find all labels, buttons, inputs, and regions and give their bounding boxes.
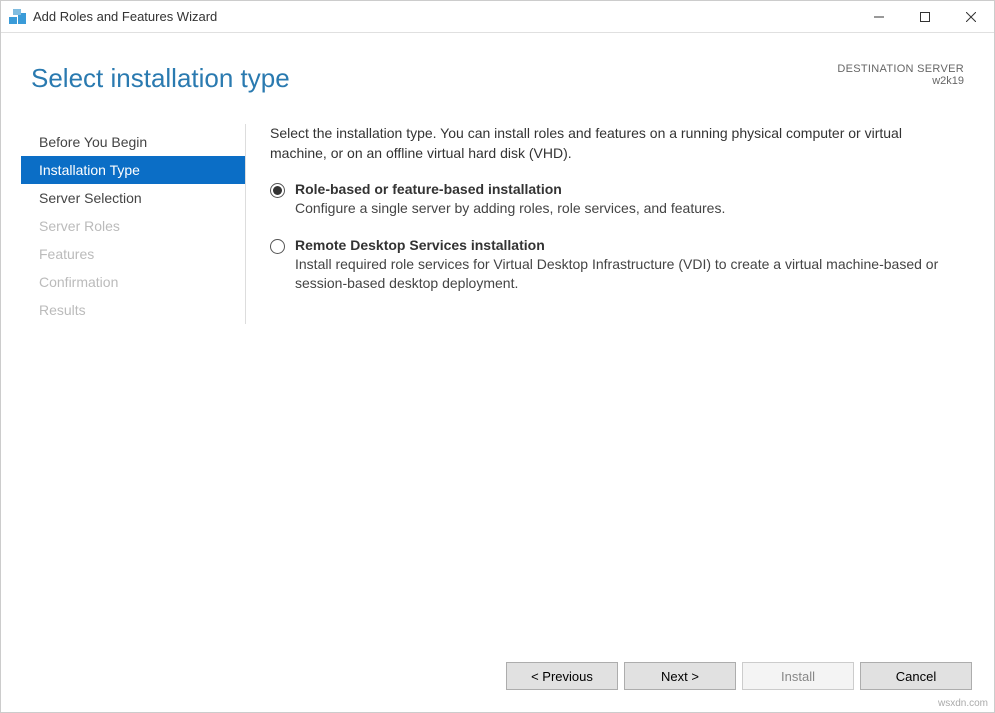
option-title: Remote Desktop Services installation: [295, 237, 956, 253]
maximize-button[interactable]: [902, 1, 948, 32]
destination-label: DESTINATION SERVER: [837, 63, 964, 75]
option-desc: Configure a single server by adding role…: [295, 199, 725, 219]
radio-icon[interactable]: [270, 183, 285, 198]
wizard-content: Select the installation type. You can in…: [246, 124, 964, 324]
window-controls: [856, 1, 994, 32]
install-option-0[interactable]: Role-based or feature-based installation…: [270, 181, 956, 219]
nav-item-results: Results: [21, 296, 245, 324]
install-option-1[interactable]: Remote Desktop Services installation Inst…: [270, 237, 956, 294]
next-button[interactable]: Next >: [624, 662, 736, 690]
nav-item-before-you-begin[interactable]: Before You Begin: [21, 128, 245, 156]
option-title: Role-based or feature-based installation: [295, 181, 725, 197]
radio-icon[interactable]: [270, 239, 285, 254]
nav-item-confirmation: Confirmation: [21, 268, 245, 296]
wizard-footer: < Previous Next > Install Cancel: [506, 662, 972, 690]
window-title: Add Roles and Features Wizard: [33, 9, 856, 24]
install-button[interactable]: Install: [742, 662, 854, 690]
minimize-button[interactable]: [856, 1, 902, 32]
server-manager-icon: [9, 9, 27, 25]
watermark: wsxdn.com: [938, 698, 988, 709]
nav-item-features: Features: [21, 240, 245, 268]
destination-server: w2k19: [837, 75, 964, 87]
intro-text: Select the installation type. You can in…: [270, 124, 956, 163]
close-button[interactable]: [948, 1, 994, 32]
wizard-sidebar: Before You BeginInstallation TypeServer …: [21, 124, 246, 324]
previous-button[interactable]: < Previous: [506, 662, 618, 690]
wizard-header: Select installation type DESTINATION SER…: [1, 33, 994, 104]
nav-item-server-roles: Server Roles: [21, 212, 245, 240]
option-desc: Install required role services for Virtu…: [295, 255, 956, 294]
cancel-button[interactable]: Cancel: [860, 662, 972, 690]
page-title: Select installation type: [31, 63, 290, 94]
title-bar: Add Roles and Features Wizard: [1, 1, 994, 33]
nav-item-installation-type[interactable]: Installation Type: [21, 156, 245, 184]
nav-item-server-selection[interactable]: Server Selection: [21, 184, 245, 212]
destination-info: DESTINATION SERVER w2k19: [837, 63, 964, 94]
